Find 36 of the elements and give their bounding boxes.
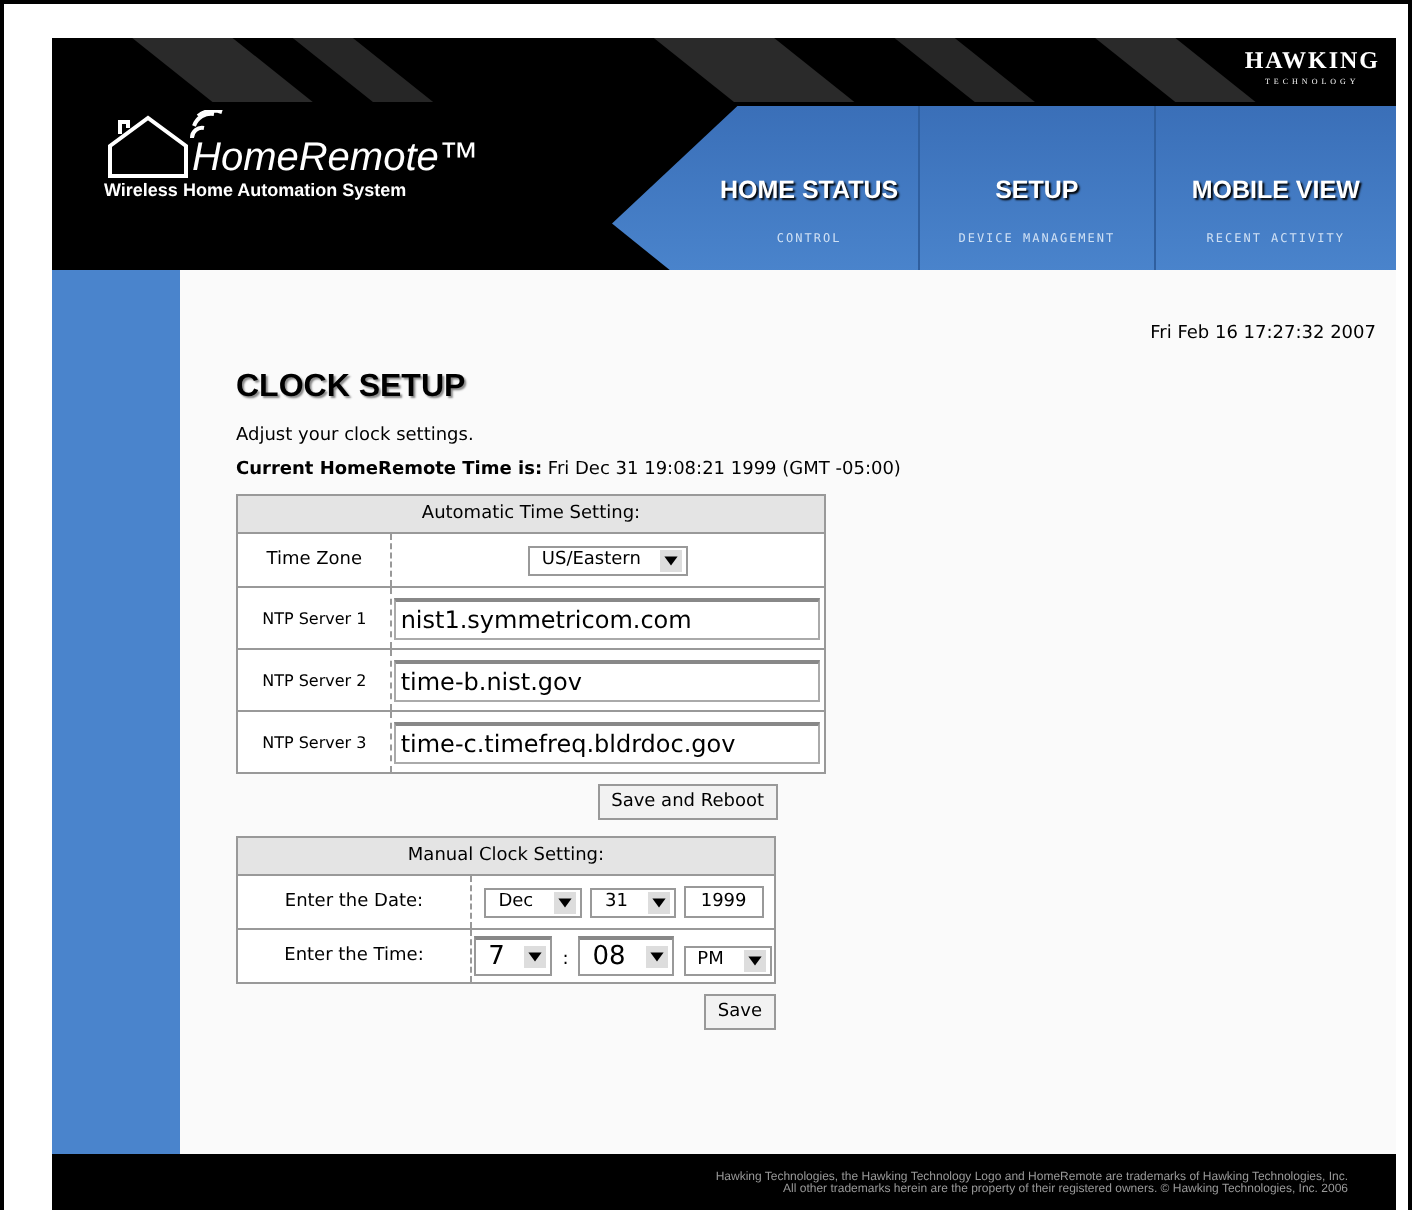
nav-tab[interactable]: HOME STATUS: [720, 176, 899, 204]
intro-text: Adjust your clock settings.: [236, 426, 476, 446]
brand-tagline: Wireless Home Automation System: [104, 180, 409, 200]
day-select[interactable]: 31: [590, 887, 676, 917]
field-label: Enter the Date:: [237, 875, 471, 929]
field-label: Time Zone: [237, 533, 392, 587]
table-heading: Automatic Time Setting:: [237, 495, 825, 533]
dropdown-arrow-icon: [524, 946, 547, 968]
dropdown-arrow-icon: [645, 946, 668, 968]
field-label: Enter the Time:: [237, 929, 471, 983]
field-label: NTP Server 1: [237, 587, 392, 649]
hour-select[interactable]: 7: [474, 936, 553, 976]
dropdown-arrow-icon: [660, 549, 683, 571]
year-field[interactable]: 1999: [683, 886, 764, 918]
dropdown-arrow-icon: [553, 891, 576, 913]
current-time-text: Current HomeRemote Time is: Fri Dec 31 19:08:21 1999 (GMT -05:00): [236, 460, 903, 480]
ntp-server-field[interactable]: nist1.symmetricom.com: [394, 597, 820, 639]
brand-name: HomeRemote™: [192, 138, 479, 178]
save-button[interactable]: Save: [703, 994, 776, 1030]
field-label: NTP Server 2: [237, 649, 392, 711]
field-label: NTP Server 3: [237, 711, 392, 773]
month-select[interactable]: Dec: [484, 887, 582, 917]
minute-select[interactable]: 08: [578, 936, 674, 976]
dropdown-arrow-icon: [743, 949, 766, 971]
current-date: Fri Feb 16 17:27:32 2007: [1150, 324, 1376, 344]
timezone-select[interactable]: US/Eastern: [527, 545, 689, 575]
save-and-reboot-button[interactable]: Save and Reboot: [597, 784, 778, 820]
ntp-server-field[interactable]: time-c.timefreq.bldrdoc.gov: [394, 721, 820, 763]
table-heading: Manual Clock Setting:: [237, 837, 775, 875]
ampm-select[interactable]: PM: [683, 945, 772, 975]
nav-tab[interactable]: SETUP: [995, 176, 1079, 204]
nav-tab[interactable]: MOBILE VIEW: [1191, 176, 1360, 204]
ntp-server-field[interactable]: time-b.nist.gov: [394, 659, 820, 701]
time-separator: :: [562, 950, 569, 970]
dropdown-arrow-icon: [647, 891, 670, 913]
page-title: CLOCK SETUP: [236, 370, 468, 406]
